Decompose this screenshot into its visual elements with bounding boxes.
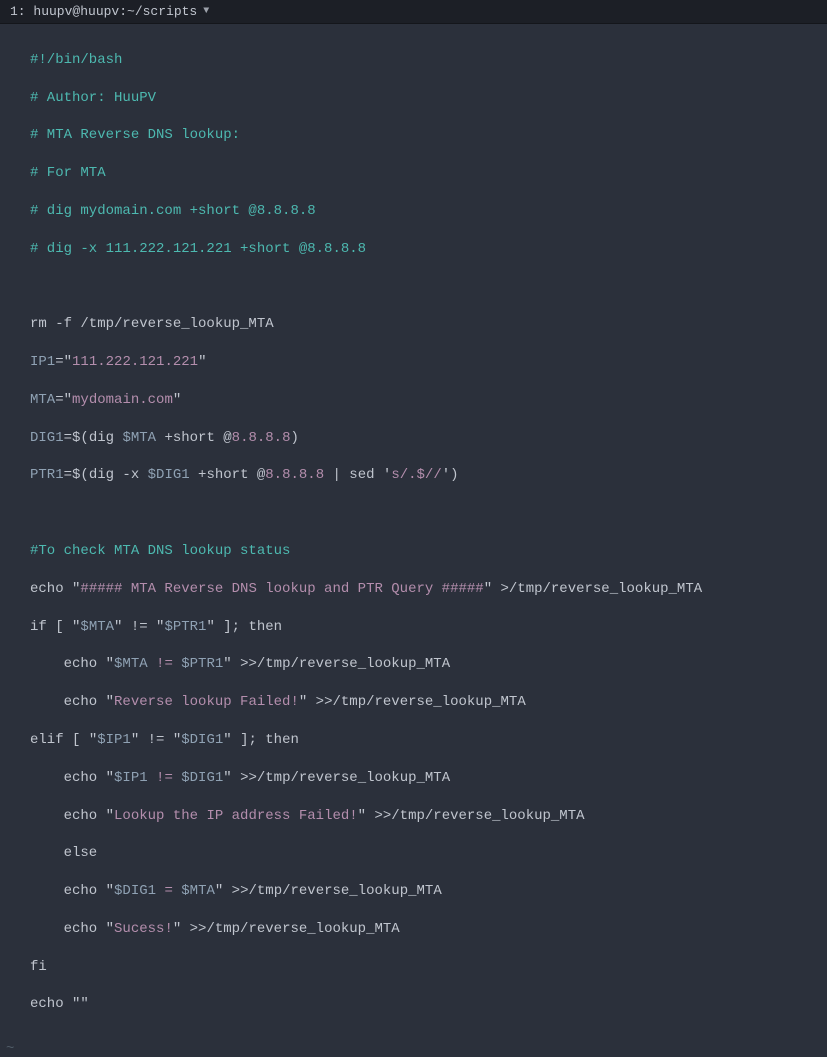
msg-ip-failed: Lookup the IP address Failed! bbox=[114, 808, 358, 824]
titlebar-label: 1: huupv@huupv:~/scripts bbox=[10, 4, 197, 19]
if-stmt: if [ bbox=[30, 619, 72, 635]
msg-failed: Reverse lookup Failed! bbox=[114, 694, 299, 710]
chevron-down-icon[interactable]: ▼ bbox=[203, 6, 209, 17]
else-stmt: else bbox=[30, 845, 97, 861]
var-mta: MTA bbox=[30, 392, 55, 408]
comment-dig1: # dig mydomain.com +short @8.8.8.8 bbox=[30, 203, 316, 219]
var-ip1: IP1 bbox=[30, 354, 55, 370]
rm-cmd: rm -f /tmp/reverse_lookup_MTA bbox=[30, 316, 274, 332]
comment-for: # For MTA bbox=[30, 165, 106, 181]
comment-mta: # MTA Reverse DNS lookup: bbox=[30, 127, 240, 143]
comment-author: # Author: HuuPV bbox=[30, 90, 156, 106]
mta-value: mydomain.com bbox=[72, 392, 173, 408]
comment-check: #To check MTA DNS lookup status bbox=[30, 543, 290, 559]
msg-success: Sucess! bbox=[114, 921, 173, 937]
var-dig1: DIG1 bbox=[30, 430, 64, 446]
elif-stmt: elif [ bbox=[30, 732, 89, 748]
echo-header: ##### MTA Reverse DNS lookup and PTR Que… bbox=[80, 581, 483, 597]
var-ptr1: PTR1 bbox=[30, 467, 64, 483]
comment-dig2: # dig -x 111.222.121.221 +short @8.8.8.8 bbox=[30, 241, 366, 257]
ip1-value: 111.222.121.221 bbox=[72, 354, 198, 370]
shebang: #!/bin/bash bbox=[30, 52, 122, 68]
fi-stmt: fi bbox=[30, 959, 47, 975]
vim-tilde: ~ bbox=[0, 1041, 827, 1057]
terminal-titlebar[interactable]: 1: huupv@huupv:~/scripts ▼ bbox=[0, 0, 827, 24]
